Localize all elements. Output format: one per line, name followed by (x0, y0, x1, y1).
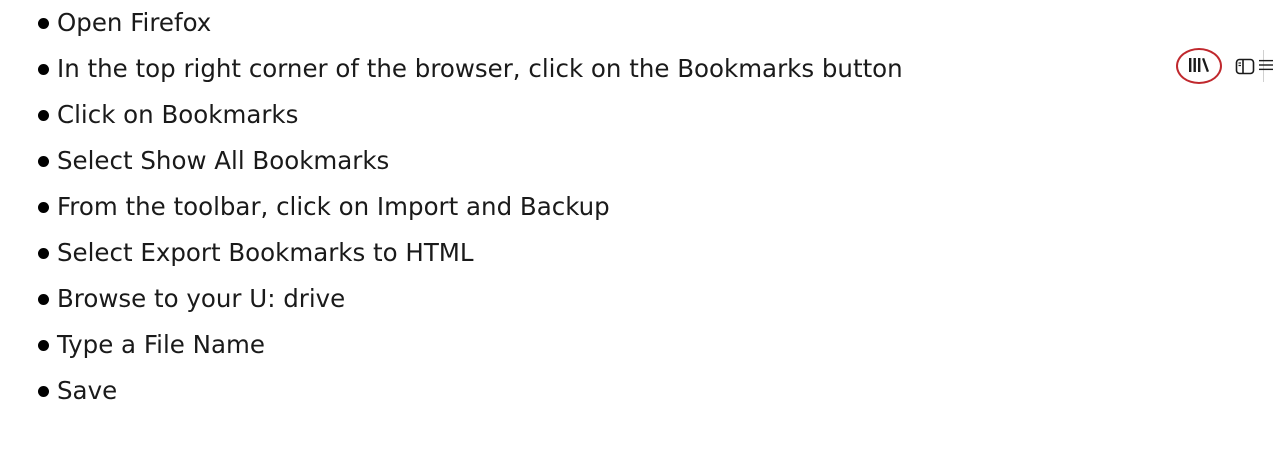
bullet-icon (38, 340, 49, 351)
step-text: Click on Bookmarks (57, 100, 299, 129)
list-item: Save (0, 368, 1280, 414)
bullet-icon (38, 202, 49, 213)
bullet-icon (38, 294, 49, 305)
step-text: Select Show All Bookmarks (57, 146, 390, 175)
list-item: Browse to your U: drive (0, 276, 1280, 322)
list-item: Open Firefox (0, 0, 1280, 46)
bullet-icon (38, 156, 49, 167)
step-text: Open Firefox (57, 8, 212, 37)
hamburger-menu-icon (1259, 59, 1273, 71)
bullet-icon (38, 18, 49, 29)
step-text: In the top right corner of the browser, … (57, 54, 903, 83)
bullet-icon (38, 64, 49, 75)
library-icon (1189, 58, 1209, 72)
step-text: From the toolbar, click on Import and Ba… (57, 192, 610, 221)
step-text: Browse to your U: drive (57, 284, 346, 313)
list-item: Select Export Bookmarks to HTML (0, 230, 1280, 276)
step-text: Type a File Name (57, 330, 265, 359)
library-button (1176, 48, 1222, 84)
step-text: Select Export Bookmarks to HTML (57, 238, 474, 267)
bullet-icon (38, 110, 49, 121)
list-item: Click on Bookmarks (0, 92, 1280, 138)
bullet-icon (38, 386, 49, 397)
list-item: Select Show All Bookmarks (0, 138, 1280, 184)
sidebar-icon (1235, 58, 1255, 75)
list-item: Type a File Name (0, 322, 1280, 368)
list-item: From the toolbar, click on Import and Ba… (0, 184, 1280, 230)
bullet-icon (38, 248, 49, 259)
step-text: Save (57, 376, 118, 405)
list-item: In the top right corner of the browser, … (0, 46, 1280, 92)
